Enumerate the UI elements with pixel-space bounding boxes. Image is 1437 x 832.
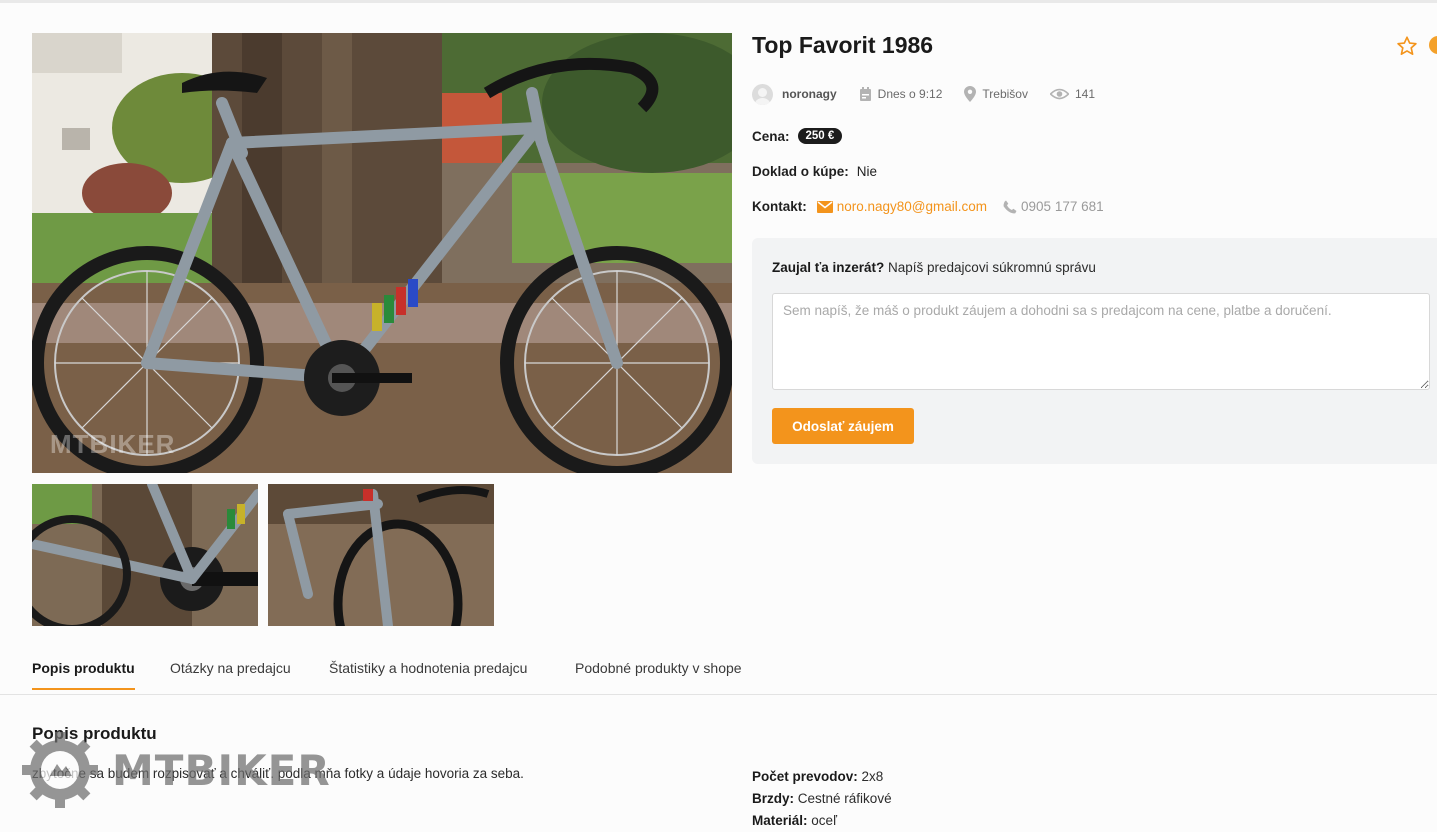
message-textarea[interactable]: [772, 293, 1430, 390]
description-text: zbytočne sa budem rozpisovať a chváliť. …: [32, 766, 524, 781]
views-count: 141: [1074, 87, 1095, 101]
top-border: [0, 0, 1437, 3]
spec-brakes: Brzdy: Cestné ráfikové: [752, 791, 892, 806]
price-badge: 250 €: [797, 128, 843, 144]
product-title: Top Favorit 1986: [752, 32, 934, 58]
description-heading: Popis produktu: [32, 724, 157, 743]
receipt-label: Doklad o kúpe:: [752, 164, 849, 179]
phone-number[interactable]: 0905 177 681: [1021, 199, 1104, 214]
product-tabs: Popis produktu Otázky na predajcu Štatis…: [0, 650, 1437, 695]
contact-form-panel: Zaujal ťa inzerát? Napíš predajcovi súkr…: [752, 238, 1437, 464]
main-product-photo[interactable]: MTBIKER: [32, 33, 732, 473]
send-interest-button[interactable]: Odoslať záujem: [772, 408, 914, 444]
spec-material: Materiál: oceľ: [752, 813, 837, 828]
tab-seller-questions[interactable]: Otázky na predajcu: [170, 660, 291, 688]
photo-watermark: MTBIKER: [50, 429, 176, 459]
seller-username[interactable]: noronagy: [782, 87, 837, 101]
tab-product-description[interactable]: Popis produktu: [32, 660, 135, 690]
receipt-row: Doklad o kúpe: Nie: [752, 164, 877, 179]
price-label: Cena:: [752, 128, 790, 144]
price-row: Cena: 250 €: [752, 128, 843, 144]
thumbnail-1-image: [32, 484, 258, 626]
tab-similar-products[interactable]: Podobné produkty v shope: [575, 660, 742, 688]
meta-row: noronagy Dnes o 9:12 Trebišov 141: [752, 83, 1095, 105]
email-link[interactable]: noro.nagy80@gmail.com: [837, 199, 987, 214]
contact-prompt-text: Napíš predajcovi súkromnú správu: [888, 260, 1096, 275]
star-icon[interactable]: [1396, 35, 1418, 57]
spec-list: Počet prevodov: 2x8 Brzdy: Cestné ráfiko…: [752, 766, 892, 832]
thumbnail-1[interactable]: [32, 484, 258, 626]
contact-prompt-bold: Zaujal ťa inzerát?: [772, 260, 885, 275]
contact-prompt: Zaujal ťa inzerát? Napíš predajcovi súkr…: [772, 260, 1096, 275]
location-text: Trebišov: [982, 87, 1028, 101]
mail-icon: [816, 200, 833, 213]
contact-row: Kontakt: noro.nagy80@gmail.com 0905 177 …: [752, 199, 1104, 214]
tab-seller-stats[interactable]: Štatistiky a hodnotenia predajcu: [329, 660, 527, 688]
bicycle-photo-image: [32, 33, 732, 473]
contact-label: Kontakt:: [752, 199, 807, 214]
receipt-value: Nie: [856, 164, 878, 179]
avatar[interactable]: [752, 83, 773, 105]
eye-icon: [1049, 88, 1069, 100]
location-pin-icon: [964, 86, 977, 102]
spec-gears: Počet prevodov: 2x8: [752, 769, 884, 784]
orange-action-dot[interactable]: [1429, 36, 1437, 54]
calendar-icon: [859, 86, 872, 102]
phone-icon: [1003, 200, 1017, 214]
posted-time: Dnes o 9:12: [877, 87, 943, 101]
thumbnail-2-image: [268, 484, 494, 626]
thumbnail-2[interactable]: [268, 484, 494, 626]
